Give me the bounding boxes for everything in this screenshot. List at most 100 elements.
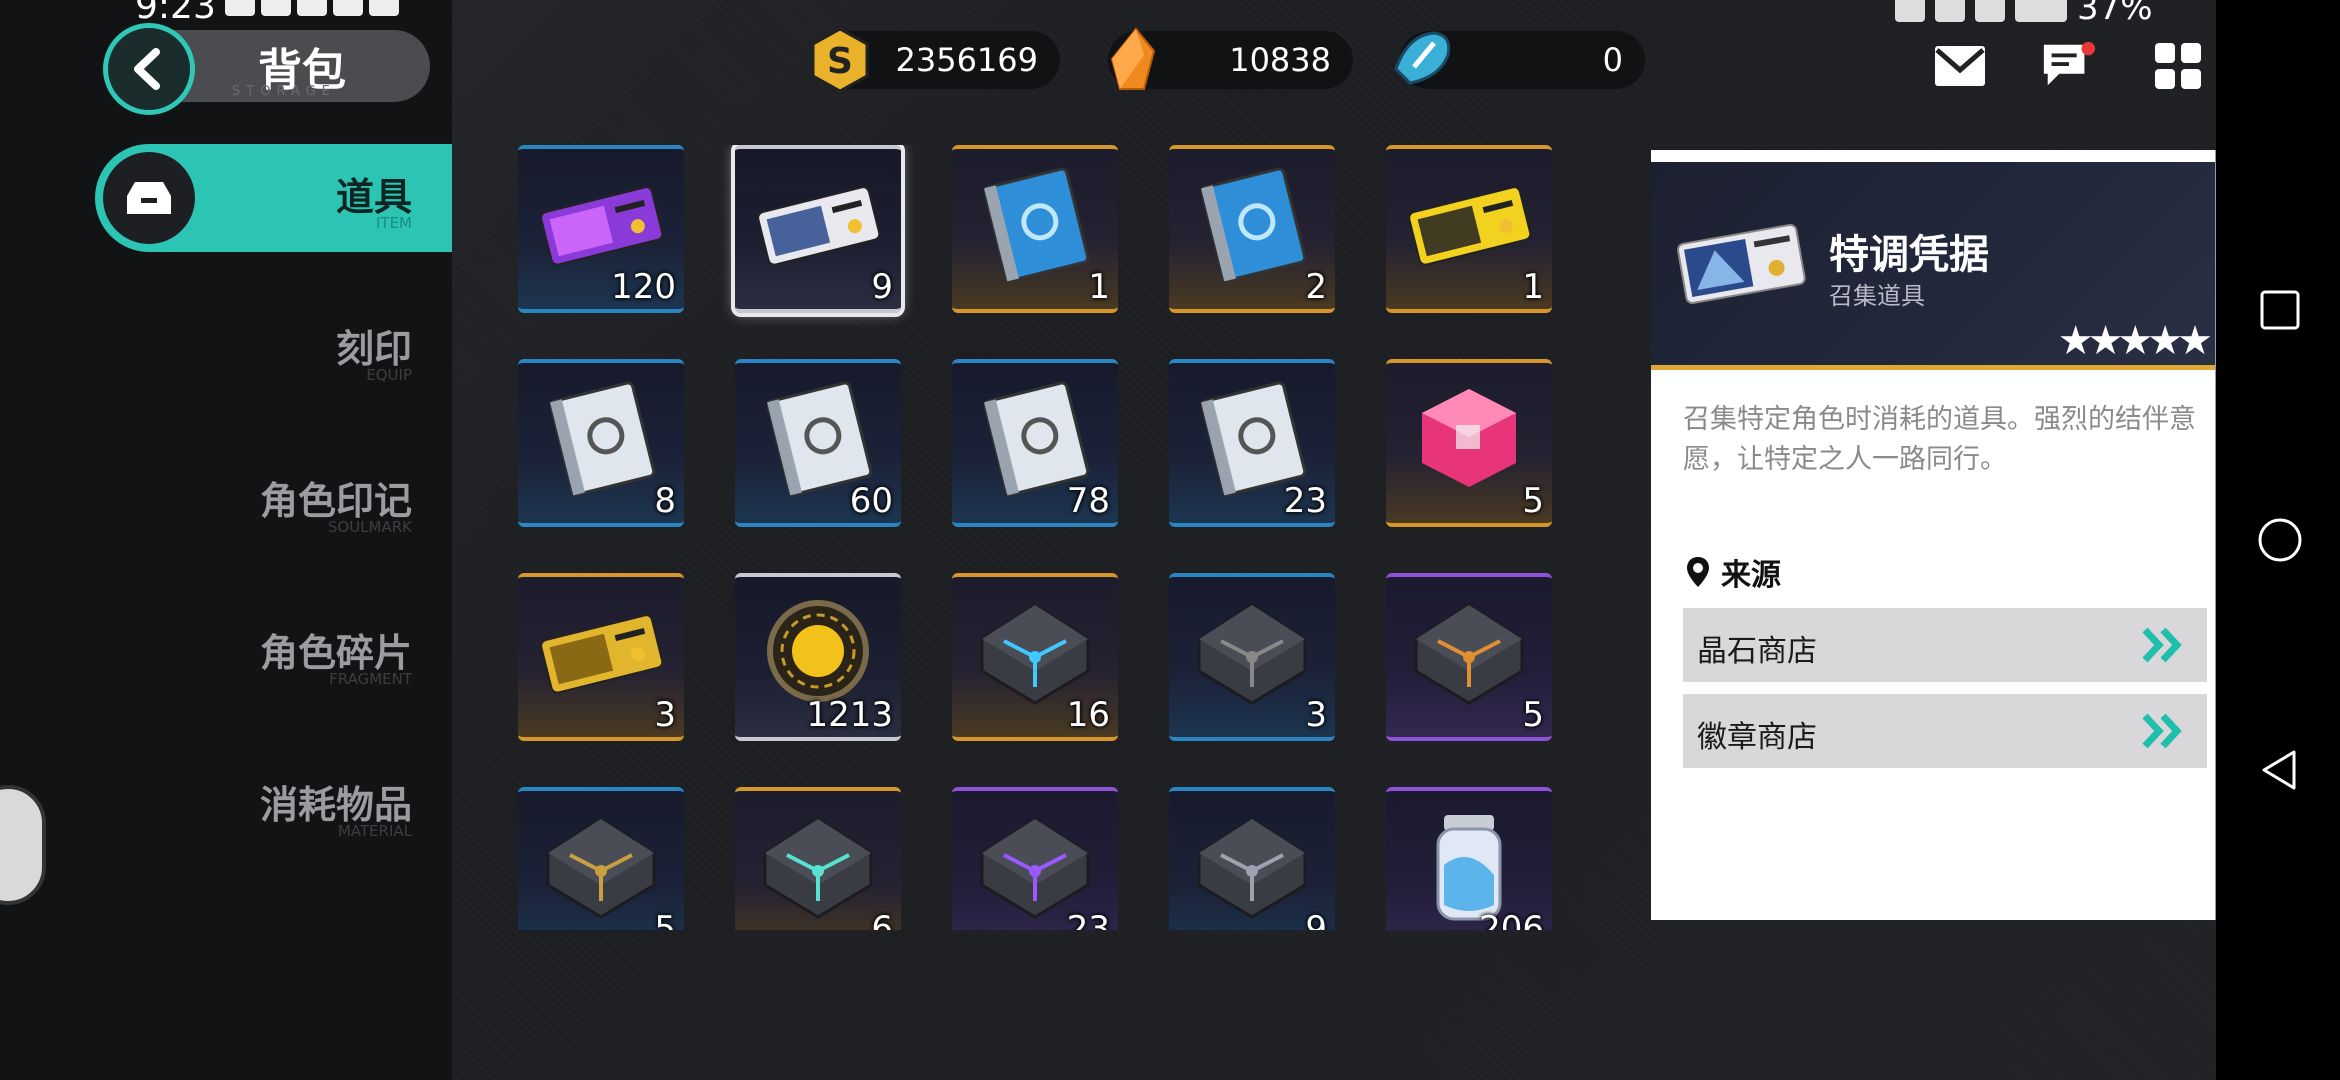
tab-sublabel: EQUIP bbox=[366, 366, 412, 384]
item-slot[interactable]: 23 bbox=[952, 787, 1118, 930]
item-slot[interactable]: 2 bbox=[1169, 145, 1335, 313]
chat-button[interactable] bbox=[2040, 38, 2096, 94]
special-ticket-icon bbox=[753, 163, 883, 283]
bag-icon bbox=[127, 182, 171, 214]
back-nav-button[interactable] bbox=[2256, 746, 2304, 794]
back-button[interactable] bbox=[103, 23, 195, 115]
item-quantity: 60 bbox=[849, 481, 893, 521]
item-slot[interactable]: 23 bbox=[1169, 359, 1335, 527]
tab-label: 角色印记 bbox=[259, 479, 412, 523]
badge-icon bbox=[1394, 31, 1451, 85]
tab-fragment[interactable]: 角色碎片 FRAGMENT bbox=[0, 600, 452, 710]
wifi-icon bbox=[1935, 0, 1965, 22]
item-quantity: 9 bbox=[1305, 909, 1327, 930]
browser-icon bbox=[297, 0, 327, 16]
gold-card-icon bbox=[536, 591, 666, 711]
item-quantity: 5 bbox=[1522, 481, 1544, 521]
alert-icon bbox=[1975, 0, 2005, 22]
purple-ticket-icon bbox=[536, 163, 666, 283]
status-right: 37% bbox=[1895, 0, 2153, 28]
item-quantity: 1213 bbox=[806, 695, 893, 735]
tab-soulmark[interactable]: 角色印记 SOULMARK bbox=[0, 448, 452, 558]
pink-cube-icon bbox=[1404, 377, 1534, 497]
search-app-icon bbox=[261, 0, 291, 16]
source-badge-shop-button[interactable]: 徽章商店 bbox=[1683, 694, 2207, 768]
gold-ticket-icon bbox=[1404, 163, 1534, 283]
grid-menu-icon bbox=[2155, 43, 2201, 89]
item-quantity: 120 bbox=[611, 267, 676, 307]
tab-item[interactable]: 道具 ITEM bbox=[0, 144, 452, 254]
item-quantity: 1 bbox=[1522, 267, 1544, 307]
special-ticket-icon bbox=[1677, 223, 1806, 304]
crystal-value: 10838 bbox=[1229, 41, 1331, 79]
item-detail-panel: 特调凭据 召集道具 ★★★★★ 召集特定角色时消耗的道具。强烈的结伴意愿，让特定… bbox=[1651, 150, 2216, 920]
item-slot[interactable]: 3 bbox=[1169, 573, 1335, 741]
item-quantity: 8 bbox=[654, 481, 676, 521]
detail-top-stripe bbox=[1651, 150, 2215, 162]
item-quantity: 2 bbox=[1305, 267, 1327, 307]
tab-sublabel: FRAGMENT bbox=[329, 670, 412, 688]
grey-puzzle-chip-icon bbox=[1187, 805, 1317, 925]
item-quantity: 9 bbox=[871, 267, 893, 307]
item-slot[interactable]: 206 bbox=[1386, 787, 1552, 930]
item-slot[interactable]: 60 bbox=[735, 359, 901, 527]
svg-text:S: S bbox=[827, 41, 853, 82]
item-slot[interactable]: 5 bbox=[1386, 573, 1552, 741]
source-heading: 来源 bbox=[1685, 550, 1781, 594]
item-slot[interactable]: 8 bbox=[518, 359, 684, 527]
rainbow-chip-icon bbox=[970, 591, 1100, 711]
tab-label: 角色碎片 bbox=[259, 631, 412, 675]
detail-item-name: 特调凭据 bbox=[1829, 232, 1989, 278]
crystal-icon bbox=[1110, 27, 1156, 90]
floating-assistant-button[interactable] bbox=[0, 785, 46, 905]
item-slot[interactable]: 5 bbox=[518, 787, 684, 930]
menu-button[interactable] bbox=[2150, 38, 2206, 94]
page-subtitle: STORAGE bbox=[232, 84, 336, 99]
status-bar: 9:23 37% bbox=[0, 0, 2216, 28]
notification-icon bbox=[225, 0, 255, 16]
tab-equip[interactable]: 刻印 EQUIP bbox=[0, 296, 452, 406]
chat-icon bbox=[2043, 41, 2096, 86]
item-slot[interactable]: 9 bbox=[731, 145, 905, 317]
bulb-icon bbox=[369, 0, 399, 16]
item-slot[interactable]: 3 bbox=[518, 573, 684, 741]
potion-bottle-icon bbox=[1404, 805, 1534, 925]
badge-counter: 0 bbox=[1394, 31, 1645, 89]
game-screen: 9:23 37% 背包 STORAGE S 2356169 10838 0 道具… bbox=[0, 0, 2216, 1080]
shield-icon bbox=[333, 0, 363, 16]
item-quantity: 23 bbox=[1283, 481, 1327, 521]
home-button[interactable] bbox=[2256, 516, 2304, 564]
white-swirl-book-icon bbox=[1187, 377, 1317, 497]
tab-sublabel: MATERIAL bbox=[337, 822, 412, 840]
tab-label: 刻印 bbox=[335, 327, 412, 371]
item-slot[interactable]: 78 bbox=[952, 359, 1118, 527]
crystal-counter: 10838 bbox=[1108, 27, 1353, 90]
item-quantity: 16 bbox=[1066, 695, 1110, 735]
source-label: 晶石商店 bbox=[1697, 634, 1817, 669]
gear-chip-icon bbox=[1187, 591, 1317, 711]
item-slot[interactable]: 5 bbox=[1386, 359, 1552, 527]
mute-icon bbox=[1895, 0, 1925, 22]
source-title: 来源 bbox=[1721, 558, 1781, 593]
item-slot[interactable]: 16 bbox=[952, 573, 1118, 741]
item-slot[interactable]: 120 bbox=[518, 145, 684, 313]
source-crystal-shop-button[interactable]: 晶石商店 bbox=[1683, 608, 2207, 682]
item-slot[interactable]: 1213 bbox=[735, 573, 901, 741]
mail-button[interactable] bbox=[1932, 38, 1988, 94]
detail-header: 特调凭据 召集道具 ★★★★★ bbox=[1651, 150, 2215, 370]
mail-icon bbox=[1935, 46, 1985, 86]
tab-label: 道具 bbox=[335, 175, 412, 219]
tab-material[interactable]: 消耗物品 MATERIAL bbox=[0, 752, 452, 862]
tab-label: 消耗物品 bbox=[259, 783, 412, 827]
item-slot[interactable]: 9 bbox=[1169, 787, 1335, 930]
item-quantity: 206 bbox=[1479, 909, 1544, 930]
neon-chip-icon bbox=[970, 805, 1100, 925]
item-slot[interactable]: 6 bbox=[735, 787, 901, 930]
coin-icon: S bbox=[811, 27, 869, 93]
item-quantity: 6 bbox=[871, 909, 893, 930]
tab-sublabel: SOULMARK bbox=[327, 518, 412, 536]
item-slot[interactable]: 1 bbox=[1386, 145, 1552, 313]
item-slot[interactable]: 1 bbox=[952, 145, 1118, 313]
recents-button[interactable] bbox=[2256, 286, 2304, 334]
location-pin-icon bbox=[1687, 557, 1709, 587]
